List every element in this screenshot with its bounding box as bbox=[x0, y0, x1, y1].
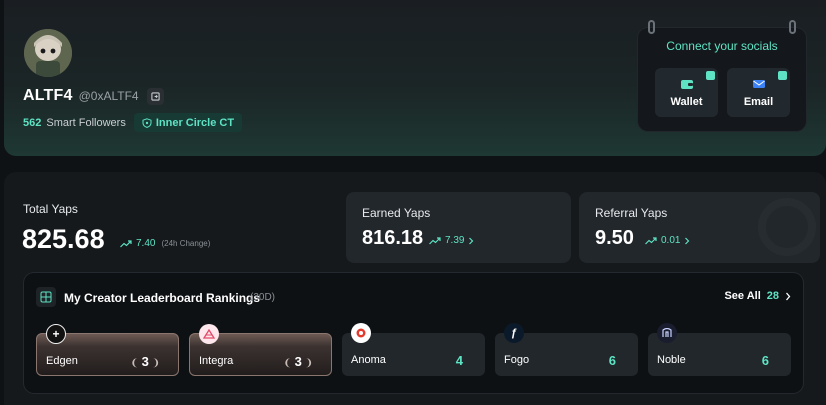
leaderboard-item-name: Anoma bbox=[351, 354, 386, 366]
leaderboard-item-edgen[interactable]: + Edgen ❨ 3 ❩ bbox=[36, 324, 179, 376]
profile-card: ALTF4 @0xALTF4 562 Smart Followers Inner… bbox=[4, 0, 826, 156]
connect-email-button[interactable]: Email bbox=[727, 68, 790, 117]
change-period-note: (24h Change) bbox=[161, 239, 211, 248]
leaderboard-period: (30D) bbox=[250, 292, 276, 303]
total-yaps-change-value: 7.40 bbox=[136, 238, 156, 249]
connected-check-icon bbox=[706, 71, 715, 80]
chevron-right-icon bbox=[786, 292, 791, 300]
see-all-count: 28 bbox=[766, 290, 779, 302]
copy-icon bbox=[150, 91, 160, 101]
binder-ring bbox=[789, 20, 796, 34]
username: @0xALTF4 bbox=[78, 89, 139, 103]
leaderboard-item-rank: 6 bbox=[761, 353, 769, 368]
see-all-button[interactable]: See All 28 bbox=[724, 290, 791, 302]
noble-logo-icon bbox=[657, 323, 677, 343]
leaderboard-item-noble[interactable]: Noble 6 bbox=[648, 323, 791, 376]
wallet-icon bbox=[680, 80, 693, 89]
binder-ring bbox=[648, 20, 655, 34]
connect-wallet-button[interactable]: Wallet bbox=[655, 68, 718, 117]
earned-yaps-value: 816.18 bbox=[362, 227, 424, 249]
inner-circle-label: Inner Circle CT bbox=[155, 116, 235, 129]
fogo-logo-icon: ƒ bbox=[504, 323, 524, 343]
leaderboard-item-name: Integra bbox=[199, 355, 234, 367]
leaderboard-icon bbox=[36, 287, 56, 307]
connected-check-icon bbox=[778, 71, 787, 80]
avatar[interactable] bbox=[24, 29, 72, 77]
earned-yaps-label: Earned Yaps bbox=[362, 206, 431, 220]
inner-circle-badge[interactable]: Inner Circle CT bbox=[133, 113, 243, 132]
leaderboard-item-name: Fogo bbox=[504, 354, 530, 366]
leaderboard-title: My Creator Leaderboard Rankings bbox=[64, 291, 261, 305]
earned-yaps-card[interactable]: Earned Yaps 816.18 7.39 bbox=[346, 192, 571, 263]
referral-yaps-label: Referral Yaps bbox=[595, 206, 668, 220]
leaderboard-item-fogo[interactable]: ƒ Fogo 6 bbox=[495, 323, 638, 376]
creator-leaderboard-panel: My Creator Leaderboard Rankings (30D) Se… bbox=[24, 273, 803, 393]
see-all-label: See All bbox=[724, 290, 761, 302]
trend-up-icon bbox=[645, 236, 657, 244]
referral-yaps-card[interactable]: Referral Yaps 9.50 0.01 bbox=[579, 192, 820, 263]
chevron-right-icon bbox=[685, 237, 690, 244]
anoma-logo-icon bbox=[351, 323, 371, 343]
leaderboard-item-name: Noble bbox=[657, 354, 686, 366]
referral-yaps-change: 0.01 bbox=[645, 235, 690, 246]
leaderboard-item-integra[interactable]: Integra ❨ 3 ❩ bbox=[189, 324, 332, 376]
copy-button[interactable] bbox=[146, 87, 164, 105]
display-name: ALTF4 bbox=[23, 87, 73, 104]
connect-socials-panel: Connect your socials Wallet Email bbox=[638, 20, 806, 131]
wallet-label: Wallet bbox=[670, 96, 703, 108]
chevron-right-icon bbox=[469, 237, 474, 244]
leaderboard-item-anoma[interactable]: Anoma 4 bbox=[342, 323, 485, 376]
leaderboard-item-rank: 4 bbox=[455, 353, 463, 368]
trend-up-icon bbox=[429, 236, 441, 244]
leaderboard-item-rank: ❨ 3 ❩ bbox=[283, 354, 313, 369]
shield-icon bbox=[142, 117, 152, 128]
referral-yaps-value: 9.50 bbox=[595, 227, 634, 249]
total-yaps-label: Total Yaps bbox=[23, 202, 78, 216]
plus-icon: + bbox=[46, 324, 66, 344]
leaderboard-item-name: Edgen bbox=[46, 355, 78, 367]
yaps-section: Total Yaps 825.68 7.40 (24h Change) Earn… bbox=[4, 172, 826, 405]
total-yaps-change: 7.40 (24h Change) bbox=[120, 238, 210, 249]
trend-up-icon bbox=[120, 239, 132, 247]
total-yaps-value: 825.68 bbox=[22, 224, 105, 254]
decorative-ring bbox=[758, 198, 816, 256]
followers-count: 562 bbox=[23, 116, 42, 129]
connect-socials-title: Connect your socials bbox=[666, 39, 778, 53]
followers-label: Smart Followers bbox=[46, 116, 126, 129]
email-label: Email bbox=[743, 96, 774, 108]
earned-yaps-change: 7.39 bbox=[429, 235, 474, 246]
integra-logo-icon bbox=[199, 324, 219, 344]
leaderboard-item-rank: 6 bbox=[608, 353, 616, 368]
mail-icon bbox=[752, 80, 765, 88]
referral-yaps-change-value: 0.01 bbox=[661, 235, 681, 246]
earned-yaps-change-value: 7.39 bbox=[445, 235, 465, 246]
leaderboard-item-rank: ❨ 3 ❩ bbox=[130, 354, 160, 369]
